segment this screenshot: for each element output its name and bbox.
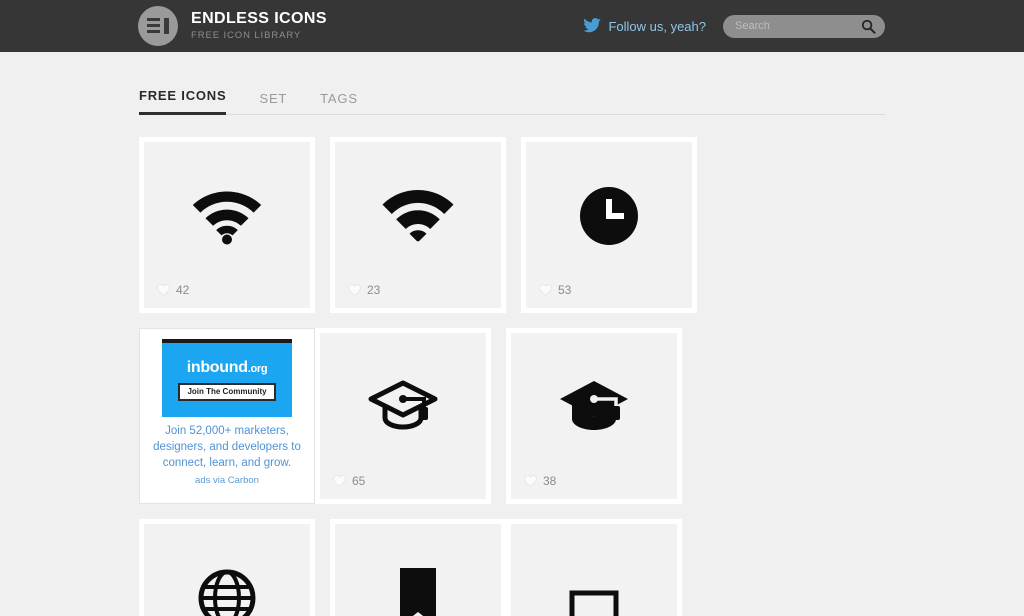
search-box[interactable] <box>723 14 885 38</box>
icon-grid: 42 23 53 inbound.org Join The Community … <box>139 137 885 616</box>
heart-icon <box>333 475 346 487</box>
ad-banner-logo: inbound.org <box>186 358 268 376</box>
like-count-value: 65 <box>352 474 366 488</box>
endless-icons-logo-icon <box>138 6 178 46</box>
icon-card[interactable]: 42 <box>139 137 315 313</box>
main-nav-tabs: FREE ICONS SET TAGS <box>139 85 885 115</box>
header-right: Follow us, yeah? <box>583 0 885 52</box>
twitter-bird-icon <box>583 18 602 33</box>
ad-via-carbon-link[interactable]: ads via Carbon <box>148 475 306 486</box>
heart-icon <box>539 284 552 296</box>
brand-title: ENDLESS ICONS <box>191 10 327 28</box>
icon-card[interactable]: 96 <box>139 519 315 616</box>
brand-logo-link[interactable]: ENDLESS ICONS FREE ICON LIBRARY <box>138 6 327 46</box>
ad-join-community-button[interactable]: Join The Community <box>178 382 276 401</box>
ad-body-text: Join 52,000+ marketers, designers, and d… <box>153 425 301 469</box>
like-counter[interactable]: 53 <box>539 283 571 297</box>
ad-logo-tld: .org <box>247 362 268 375</box>
icon-card[interactable]: 65 <box>315 328 491 504</box>
like-count-value: 53 <box>558 283 572 297</box>
like-counter[interactable]: 42 <box>157 283 189 297</box>
globe-icon <box>144 562 310 616</box>
icon-card[interactable] <box>506 519 682 616</box>
site-header: ENDLESS ICONS FREE ICON LIBRARY Follow u… <box>0 0 1024 52</box>
logo-vertical-bar <box>164 18 169 34</box>
logo-bar-top <box>147 18 160 21</box>
graduation-cap-outline-icon <box>320 371 486 443</box>
wifi-icon <box>144 180 310 252</box>
graduation-cap-filled-icon <box>511 371 677 443</box>
heart-icon <box>348 284 361 296</box>
search-icon[interactable] <box>861 19 876 34</box>
twitter-follow-link[interactable]: Follow us, yeah? <box>583 18 706 34</box>
brand-subtitle: FREE ICON LIBRARY <box>191 30 302 42</box>
like-counter[interactable]: 65 <box>333 474 365 488</box>
brand-text: ENDLESS ICONS FREE ICON LIBRARY <box>191 11 327 41</box>
twitter-follow-label: Follow us, yeah? <box>608 18 706 34</box>
search-input[interactable] <box>723 15 853 37</box>
icon-card[interactable]: 53 <box>521 137 697 313</box>
box-outline-icon <box>511 582 677 616</box>
carbon-ad-card[interactable]: inbound.org Join The Community Join 52,0… <box>139 328 315 504</box>
header-inner: ENDLESS ICONS FREE ICON LIBRARY Follow u… <box>0 0 1024 52</box>
ad-banner-image[interactable]: inbound.org Join The Community <box>162 339 292 417</box>
like-counter[interactable]: 23 <box>348 283 380 297</box>
like-counter[interactable]: 38 <box>524 474 556 488</box>
like-count-value: 42 <box>176 283 190 297</box>
wifi-filled-icon <box>335 180 501 252</box>
clock-icon <box>526 180 692 252</box>
logo-mark <box>147 18 169 34</box>
heart-icon <box>524 475 537 487</box>
logo-bar-bottom <box>147 30 160 33</box>
tab-free-icons[interactable]: FREE ICONS <box>139 88 227 115</box>
heart-icon <box>157 284 170 296</box>
ad-logo-name: inbound <box>186 358 248 376</box>
like-count-value: 23 <box>367 283 381 297</box>
icon-card[interactable]: 38 <box>506 328 682 504</box>
icon-card[interactable]: 33 <box>330 519 506 616</box>
logo-bar-middle <box>147 24 160 27</box>
tab-tags[interactable]: TAGS <box>320 91 358 115</box>
icon-card[interactable]: 23 <box>330 137 506 313</box>
like-count-value: 38 <box>543 474 557 488</box>
tabs-wrapper: FREE ICONS SET TAGS <box>0 52 1024 115</box>
tab-set[interactable]: SET <box>259 91 287 115</box>
bookmark-icon <box>335 562 501 616</box>
